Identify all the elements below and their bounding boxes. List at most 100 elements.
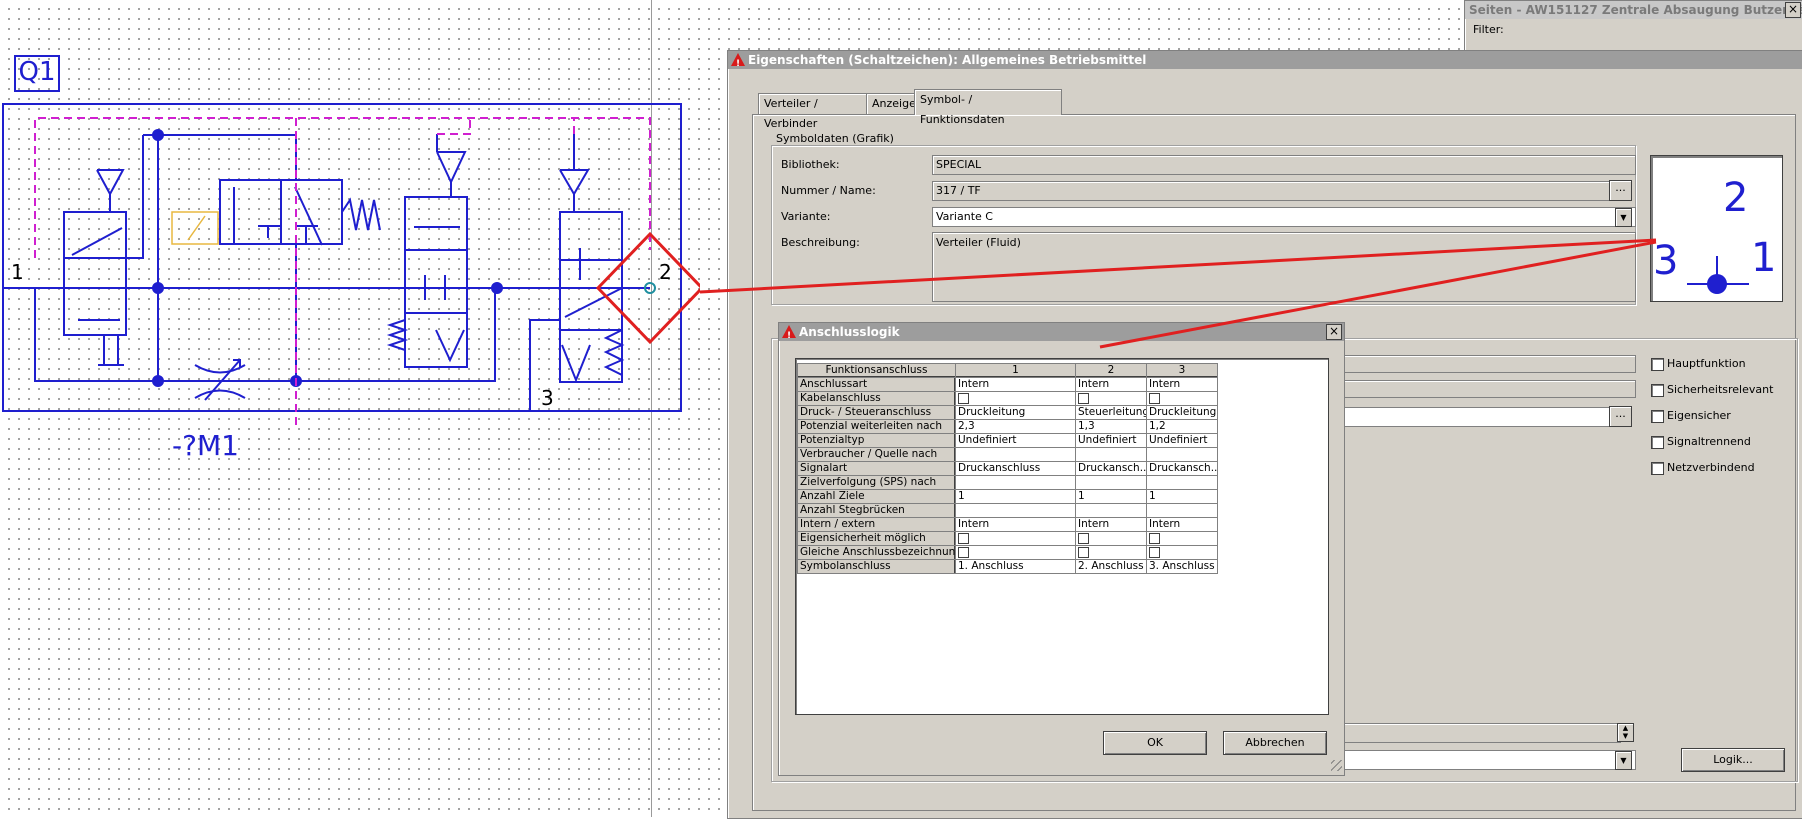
abbrechen-button[interactable]: Abbrechen: [1223, 731, 1327, 755]
table-row[interactable]: Eigensicherheit möglich: [797, 531, 1218, 546]
checkbox-icon[interactable]: [1149, 532, 1160, 544]
cell-value[interactable]: [1146, 503, 1218, 518]
table-row[interactable]: Druck- / Steueranschluss Druckleitung Steu…: [797, 405, 1218, 420]
cell-value[interactable]: 1: [1146, 489, 1218, 504]
eigensicher-checkbox[interactable]: [1651, 410, 1664, 423]
table-row[interactable]: Zielverfolgung (SPS) nach: [797, 475, 1218, 490]
table-row[interactable]: Intern / extern Intern Intern Intern: [797, 517, 1218, 532]
nummer-name-field[interactable]: 317 / TF: [932, 181, 1612, 201]
anschlusslogik-close-button[interactable]: ×: [1326, 324, 1342, 340]
cell-checkbox[interactable]: [1075, 531, 1147, 546]
lower-select[interactable]: [1340, 750, 1636, 770]
pages-window-title[interactable]: Seiten - AW151127 Zentrale Absaugung But…: [1465, 1, 1802, 19]
anschlusslogik-titlebar[interactable]: ! Anschlusslogik ×: [779, 323, 1344, 341]
nummer-browse-button[interactable]: ...: [1609, 180, 1632, 201]
table-row[interactable]: Anschlussart Intern Intern Intern: [797, 377, 1218, 392]
cell-checkbox[interactable]: [1146, 531, 1218, 546]
checkbox-icon[interactable]: [958, 546, 969, 558]
signaltrennend-checkbox[interactable]: [1651, 436, 1664, 449]
device-tag-q1[interactable]: Q1: [14, 55, 60, 92]
cell-checkbox[interactable]: [1075, 391, 1147, 406]
lower-spin-field[interactable]: [1340, 723, 1621, 743]
checkbox-icon[interactable]: [1149, 546, 1160, 558]
cell-checkbox[interactable]: [1146, 545, 1218, 560]
lower-dropdown-arrow-icon[interactable]: ▼: [1615, 751, 1632, 770]
ok-button[interactable]: OK: [1103, 731, 1207, 755]
checkbox-icon[interactable]: [958, 532, 969, 544]
properties-dialog-titlebar[interactable]: ! Eigenschaften (Schaltzeichen): Allgeme…: [728, 51, 1802, 69]
cell-value[interactable]: [1075, 447, 1147, 462]
cell-checkbox[interactable]: [1075, 545, 1147, 560]
resize-grip-icon[interactable]: [1331, 760, 1342, 771]
lower-field-2[interactable]: [1340, 380, 1636, 398]
cell-value[interactable]: [955, 503, 1076, 518]
variante-select[interactable]: Variante C: [932, 207, 1636, 227]
variante-dropdown-arrow-icon[interactable]: ▼: [1615, 208, 1632, 227]
cell-value[interactable]: Druckanschluss: [955, 461, 1076, 476]
checkbox-icon[interactable]: [1078, 546, 1089, 558]
cell-value[interactable]: [1146, 475, 1218, 490]
checkbox-icon[interactable]: [958, 392, 969, 404]
motor-tag[interactable]: -?M1: [172, 429, 239, 462]
lower-field-3[interactable]: [1340, 407, 1612, 427]
cell-value[interactable]: Intern: [1146, 517, 1218, 532]
table-row[interactable]: Anzahl Stegbrücken: [797, 503, 1218, 518]
table-row[interactable]: Signalart Druckanschluss Druckansch... Druc…: [797, 461, 1218, 476]
pneumatic-schematic[interactable]: [0, 0, 700, 480]
sicherheitsrelevant-checkbox[interactable]: [1651, 384, 1664, 397]
logik-button[interactable]: Logik...: [1681, 748, 1785, 772]
cell-value[interactable]: Intern: [1075, 377, 1147, 392]
tab-symbol-funktionsdaten[interactable]: Symbol- / Funktionsdaten: [914, 89, 1062, 126]
checkbox-icon[interactable]: [1078, 532, 1089, 544]
cell-checkbox[interactable]: [1146, 391, 1218, 406]
cell-value[interactable]: Undefiniert: [1146, 433, 1218, 448]
cell-value[interactable]: Druckansch...: [1146, 461, 1218, 476]
cell-value[interactable]: 1: [955, 489, 1076, 504]
cell-value[interactable]: [1075, 503, 1147, 518]
table-row[interactable]: Anzahl Ziele 1 1 1: [797, 489, 1218, 504]
cell-value[interactable]: [955, 475, 1076, 490]
cell-value[interactable]: 1: [1075, 489, 1147, 504]
hauptfunktion-checkbox[interactable]: [1651, 358, 1664, 371]
cell-value[interactable]: Undefiniert: [1075, 433, 1147, 448]
cell-value[interactable]: Druckleitung: [955, 405, 1076, 420]
cell-value[interactable]: 2. Anschluss: [1075, 559, 1147, 574]
cell-checkbox[interactable]: [955, 545, 1076, 560]
table-row[interactable]: Symbolanschluss 1. Anschluss 2. Anschluss 3…: [797, 559, 1218, 574]
cell-value[interactable]: Intern: [1075, 517, 1147, 532]
cell-value[interactable]: [1075, 475, 1147, 490]
cell-value[interactable]: Steuerleitung: [1075, 405, 1147, 420]
cell-checkbox[interactable]: [955, 391, 1076, 406]
cell-value[interactable]: Intern: [955, 517, 1076, 532]
checkbox-icon[interactable]: [1078, 392, 1089, 404]
pages-close-button[interactable]: ×: [1785, 2, 1801, 18]
table-row[interactable]: Verbraucher / Quelle nach: [797, 447, 1218, 462]
cell-value[interactable]: 1,3: [1075, 419, 1147, 434]
cell-value[interactable]: [955, 447, 1076, 462]
cell-value[interactable]: 3. Anschluss: [1146, 559, 1218, 574]
tab-verteiler-verbinder[interactable]: Verteiler / Verbinder: [758, 93, 873, 130]
cell-value[interactable]: Intern: [1146, 377, 1218, 392]
pages-window[interactable]: Seiten - AW151127 Zentrale Absaugung But…: [1464, 0, 1802, 54]
cell-value[interactable]: Undefiniert: [955, 433, 1076, 448]
beschreibung-field[interactable]: Verteiler (Fluid): [932, 232, 1636, 302]
spin-arrows-icon[interactable]: ▲ ▼: [1617, 723, 1634, 742]
cell-value[interactable]: 2,3: [955, 419, 1076, 434]
cell-value[interactable]: [1146, 447, 1218, 462]
cell-checkbox[interactable]: [955, 531, 1076, 546]
cell-value[interactable]: Druckleitung: [1146, 405, 1218, 420]
checkbox-icon[interactable]: [1149, 392, 1160, 404]
table-row[interactable]: Potenzialtyp Undefiniert Undefiniert Undefi…: [797, 433, 1218, 448]
cell-value[interactable]: 1. Anschluss: [955, 559, 1076, 574]
cell-value[interactable]: Intern: [955, 377, 1076, 392]
lower-field-1[interactable]: [1340, 355, 1636, 373]
cell-value[interactable]: Druckansch...: [1075, 461, 1147, 476]
cell-value[interactable]: 1,2: [1146, 419, 1218, 434]
netzverbindend-checkbox[interactable]: [1651, 462, 1664, 475]
table-row[interactable]: Potenzial weiterleiten nach 2,3 1,3 1,2: [797, 419, 1218, 434]
anschluss-grid[interactable]: Funktionsanschluss 1 2 3 Anschlussart Int…: [795, 358, 1329, 715]
bibliothek-field[interactable]: SPECIAL: [932, 155, 1636, 175]
anschluss-table[interactable]: Funktionsanschluss 1 2 3 Anschlussart Int…: [797, 363, 1218, 574]
table-row[interactable]: Gleiche Anschlussbezeichnun...: [797, 545, 1218, 560]
lower-browse-button[interactable]: ...: [1609, 406, 1632, 427]
